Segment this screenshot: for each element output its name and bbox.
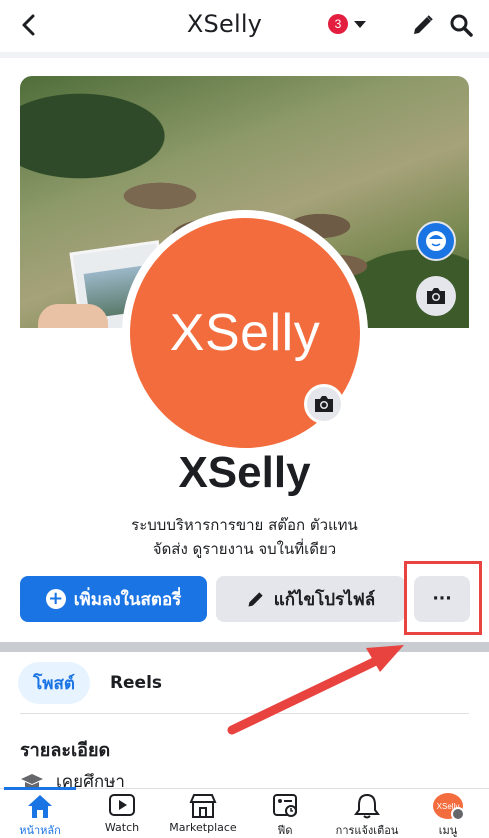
search-button[interactable] [446, 10, 476, 40]
tab-posts[interactable]: โพสต์ [18, 662, 90, 704]
nav-label: ฟีด [277, 824, 293, 837]
profile-name: XSelly [178, 448, 311, 497]
edit-profile-button[interactable]: แก้ไขโปรไฟล์ [216, 576, 405, 622]
nav-label: การแจ้งเตือน [335, 824, 399, 837]
profile-picture-text: XSelly [169, 304, 321, 362]
top-divider [0, 52, 489, 58]
tabs-divider [20, 713, 469, 714]
search-icon [450, 14, 473, 37]
bell-icon [354, 793, 380, 819]
camera-icon [427, 288, 445, 304]
menu-avatar-text: XSelly [436, 801, 460, 811]
nav-marketplace[interactable]: Marketplace [163, 789, 243, 838]
marketplace-icon [189, 794, 217, 818]
avatar-face-icon [426, 231, 446, 251]
pencil-icon [414, 15, 433, 34]
pencil-icon [248, 592, 263, 607]
highlight-box [404, 561, 482, 635]
edit-profile-label: แก้ไขโปรไฟล์ [273, 589, 376, 610]
tab-label: โพสต์ [33, 673, 75, 694]
page-title: XSelly [186, 10, 263, 38]
add-to-story-button[interactable]: + เพิ่มลงในสตอรี่ [20, 576, 207, 622]
details-heading: รายละเอียด [20, 740, 111, 761]
cover-hand [38, 304, 108, 328]
nav-label: หน้าหลัก [19, 824, 61, 837]
nav-watch[interactable]: Watch [82, 789, 162, 838]
notification-badge: 3 [328, 14, 348, 34]
bio-line: จัดส่ง ดูรายงาน จบในที่เดียว [152, 540, 337, 558]
home-icon [28, 795, 52, 818]
nav-label: เมนู [438, 824, 458, 837]
nav-menu[interactable]: XSelly เมนู [408, 789, 488, 838]
nav-home[interactable]: หน้าหลัก [0, 787, 80, 838]
watch-icon [109, 794, 135, 816]
tab-reels[interactable]: Reels [96, 662, 176, 704]
nav-label: Marketplace [169, 821, 237, 834]
menu-avatar: XSelly [433, 793, 465, 821]
bottom-nav: หน้าหลัก Watch Marketplace ฟีด การแจ้งเต… [0, 787, 489, 838]
section-divider [0, 642, 489, 652]
tab-label: Reels [109, 673, 163, 693]
add-to-story-label: เพิ่มลงในสตอรี่ [73, 589, 182, 610]
profile-camera-button[interactable] [304, 384, 344, 424]
plus-icon: + [45, 589, 66, 609]
camera-icon [315, 396, 333, 412]
cover-camera-button[interactable] [416, 276, 456, 316]
profile-bio: ระบบบริหารการขาย สต๊อก ตัวแทน จัดส่ง ดูร… [0, 513, 489, 561]
nav-feed[interactable]: ฟีด [245, 789, 325, 838]
edit-button[interactable] [408, 10, 438, 40]
nav-label: Watch [104, 821, 140, 834]
nav-notifications[interactable]: การแจ้งเตือน [327, 789, 407, 838]
bio-line: ระบบบริหารการขาย สต๊อก ตัวแทน [131, 516, 358, 534]
caret-down-icon [354, 20, 366, 28]
account-switcher[interactable]: 3 [328, 14, 366, 34]
feed-icon [273, 794, 297, 817]
avatar-button[interactable] [416, 221, 456, 261]
top-bar: XSelly 3 [0, 0, 489, 52]
